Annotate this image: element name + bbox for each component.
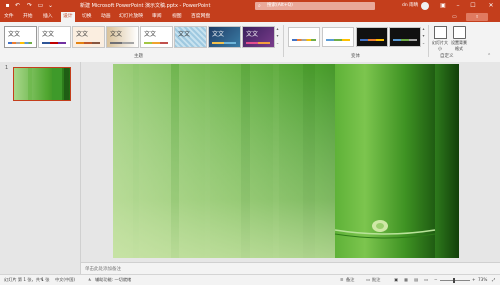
undo-icon[interactable]: ↶ [14, 2, 21, 9]
slide-thumbnail-pane: 1 [0, 62, 81, 274]
zoom-out-icon[interactable]: − [434, 277, 438, 282]
zoom-slider[interactable] [440, 280, 470, 281]
theme-3[interactable]: 文文 [72, 26, 105, 48]
slide-canvas[interactable] [113, 64, 459, 258]
window-title: 新建 Microsoft PowerPoint 演示文稿.pptx - Powe… [80, 3, 211, 9]
theme-4[interactable]: 文文 [106, 26, 139, 48]
theme-sample-text: 文文 [76, 31, 89, 38]
more-variants-icon[interactable]: ⌄ [421, 40, 426, 46]
group-divider [428, 25, 429, 57]
theme-sample-text: 文文 [8, 31, 21, 38]
variant-4[interactable] [389, 27, 421, 47]
zoom-slider-thumb[interactable] [453, 278, 455, 283]
theme-7[interactable]: 文文 [208, 26, 241, 48]
group-divider [283, 25, 284, 57]
minimize-icon[interactable]: – [451, 0, 465, 12]
search-box[interactable]: ⌕ 搜索(Alt+Q) [255, 2, 375, 10]
customize-group-label: 自定义 [440, 54, 454, 59]
slide-sorter-icon[interactable]: ▦ [404, 277, 408, 282]
format-background-button[interactable]: 设置背景格式 [450, 26, 468, 52]
status-bar: 幻灯片 第 1 张，共 1 张 ✎ 中文(中国) ♿ 辅助功能: 一切就绪 ≡ … [0, 274, 500, 285]
comments-button[interactable]: 批注 [372, 277, 380, 283]
tab-transitions[interactable]: 切换 [82, 12, 92, 22]
format-background-icon [452, 26, 466, 39]
slide-number: 1 [5, 65, 9, 71]
variant-3[interactable] [356, 27, 388, 47]
tab-animations[interactable]: 动画 [101, 12, 111, 22]
slideshow-icon[interactable]: ▭ [37, 2, 44, 9]
themes-group-label: 主题 [134, 54, 143, 59]
theme-sample-text: 文文 [246, 31, 259, 38]
accessibility-icon[interactable]: ♿ [88, 277, 92, 282]
variant-1[interactable] [288, 27, 320, 47]
title-bar: ▪ ↶ ↷ ▭ ⌄ 新建 Microsoft PowerPoint 演示文稿.p… [0, 0, 500, 12]
tab-slideshow[interactable]: 幻灯片放映 [119, 12, 143, 22]
theme-6[interactable]: 文文 [174, 26, 207, 48]
slide-editor [81, 62, 500, 262]
slide-thumbnail[interactable] [13, 67, 71, 101]
collapse-ribbon-icon[interactable]: ⌃ [487, 53, 491, 59]
normal-view-icon[interactable]: ▣ [394, 277, 398, 282]
spell-check-icon[interactable]: ✎ [40, 277, 44, 282]
tab-file[interactable]: 文件 [4, 12, 14, 22]
zoom-level[interactable]: 73% [478, 277, 487, 282]
variant-scroll-down-icon[interactable]: ▾ [421, 33, 426, 39]
save-icon[interactable]: ▪ [4, 2, 11, 9]
slide-size-icon [433, 26, 447, 39]
slide-size-button[interactable]: 幻灯片大小 [431, 26, 449, 52]
search-placeholder: 搜索(Alt+Q) [267, 3, 293, 8]
format-background-label: 设置背景格式 [451, 40, 467, 51]
variant-scroll-up-icon[interactable]: ▴ [421, 26, 426, 32]
ribbon-display-icon[interactable]: ▣ [436, 0, 450, 12]
tab-home[interactable]: 开始 [23, 12, 33, 22]
share-button[interactable]: ⇪ [466, 13, 488, 21]
variants-group-label: 变体 [351, 54, 360, 59]
close-icon[interactable]: ✕ [484, 0, 498, 12]
slide-size-label: 幻灯片大小 [432, 40, 448, 51]
bamboo-thumbnail-image [14, 68, 70, 100]
theme-sample-text: 文文 [144, 31, 157, 38]
tab-design[interactable]: 设计 [61, 12, 75, 22]
slideshow-view-icon[interactable]: ▭ [424, 277, 428, 282]
notes-button[interactable]: 备注 [346, 277, 354, 283]
tab-baidu[interactable]: 百度网盘 [191, 12, 210, 22]
bamboo-background-image [113, 64, 459, 258]
variant-2[interactable] [322, 27, 354, 47]
scroll-down-icon[interactable]: ▾ [275, 33, 280, 39]
redo-icon[interactable]: ↷ [26, 2, 33, 9]
theme-8[interactable]: 文文 [242, 26, 275, 48]
notes-icon[interactable]: ≡ [340, 277, 344, 282]
maximize-icon[interactable]: ☐ [466, 0, 480, 12]
reading-view-icon[interactable]: ▤ [414, 277, 418, 282]
theme-sample-text: 文文 [42, 31, 55, 38]
ribbon: 文文 文文 文文 文文 文文 文文 文文 文文 ▴ ▾ ⌄ 主题 ▴ ▾ ⌄ 变… [0, 22, 500, 63]
tab-view[interactable]: 视图 [172, 12, 182, 22]
search-icon: ⌕ [258, 3, 261, 9]
theme-sample-text: 文文 [110, 31, 123, 38]
tab-review[interactable]: 审阅 [152, 12, 162, 22]
theme-2[interactable]: 文文 [38, 26, 71, 48]
quick-access-menu-icon[interactable]: ⌄ [47, 2, 54, 9]
language-status[interactable]: 中文(中国) [55, 277, 75, 283]
theme-5[interactable]: 文文 [140, 26, 173, 48]
ribbon-tabs: 文件 开始 插入 设计 切换 动画 幻灯片放映 审阅 视图 百度网盘 ▭ ⇪ [0, 12, 500, 22]
comments-icon[interactable]: ▭ [366, 277, 370, 282]
theme-sample-text: 文文 [212, 31, 225, 38]
scroll-up-icon[interactable]: ▴ [275, 26, 280, 32]
more-themes-icon[interactable]: ⌄ [275, 40, 280, 46]
theme-sample-text: 文文 [178, 31, 191, 38]
accessibility-status[interactable]: 辅助功能: 一切就绪 [95, 277, 131, 283]
tab-insert[interactable]: 插入 [43, 12, 53, 22]
notes-placeholder: 单击此处添加备注 [85, 267, 121, 272]
fit-slide-icon[interactable]: ⤢ [492, 277, 495, 282]
avatar[interactable] [421, 2, 429, 10]
zoom-in-icon[interactable]: + [472, 277, 476, 282]
comment-icon[interactable]: ▭ [452, 13, 460, 21]
theme-office[interactable]: 文文 [4, 26, 37, 48]
user-name[interactable]: dn 雨晴 [402, 0, 418, 12]
